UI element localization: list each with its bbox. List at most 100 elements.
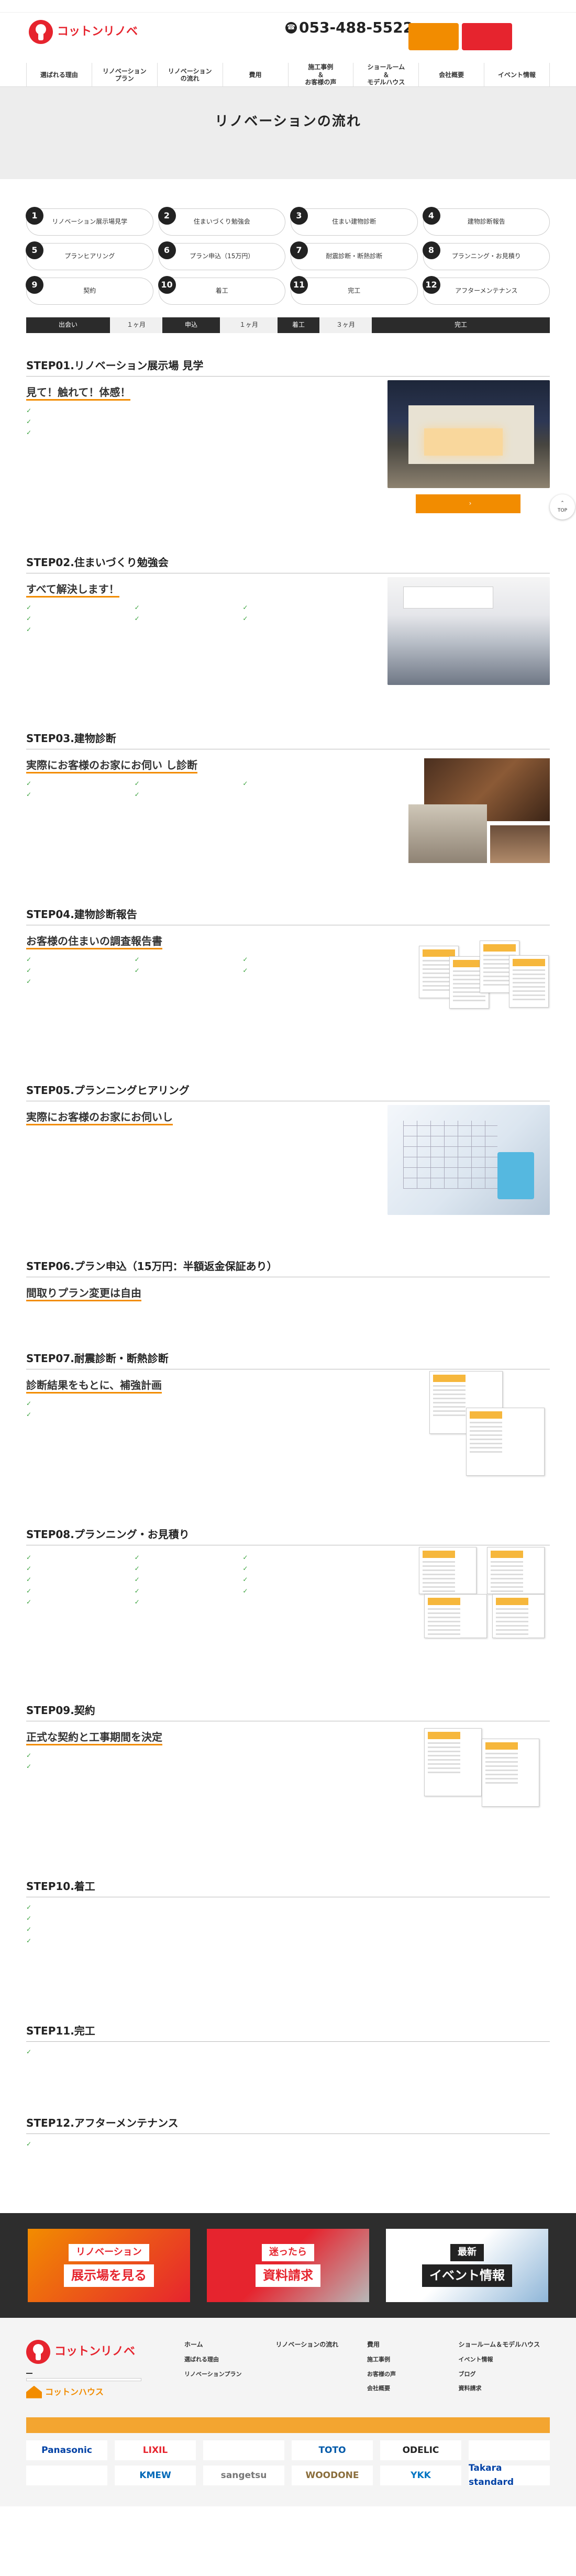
nav-item-6[interactable]: ショールーム ＆ モデルハウス [353,63,418,87]
footer-col-2: リノベーションの流れ [276,2340,368,2398]
step-box-8[interactable]: 8 プランニング・お見積り [422,241,550,270]
document-banner[interactable]: 迷ったら 資料請求 [207,2229,369,2302]
check-icon: ✓ [26,418,32,426]
step-box-2[interactable]: 2 住まいづくり勉強会 [158,207,285,236]
footer-subheading[interactable]: 施工事例 [367,2355,459,2364]
partner-logo[interactable]: Takara standard [469,2463,550,2487]
banner-line-1: 迷ったら [262,2244,314,2262]
banner-line-1: 最新 [450,2244,484,2262]
partner-logo[interactable]: KMEW [115,2466,196,2486]
step-07-highlight: 診断結果をもとに、補強計画 [26,1379,162,1394]
step-02: STEP02.住まいづくり勉強会 すべて解決します！ ✓ ✓ ✓ ✓ ✓ ✓ ✓ [26,554,550,706]
check-icon: ✓ [26,615,32,623]
check-icon: ✓ [26,1400,32,1407]
check-item: ✓ [242,966,351,976]
step-label: リノベーション展示場見学 [52,218,128,226]
check-item: ✓ [26,1399,351,1409]
check-icon: ✓ [26,2140,32,2148]
footer-subheading[interactable]: お客様の声 [367,2370,459,2379]
step-12: STEP12.アフターメンテナンス ✓ [26,2115,550,2172]
cottonhouse-logo[interactable]: コットンハウス [26,2385,184,2399]
step-box-9[interactable]: 9 契約 [26,276,153,305]
footer-subheading[interactable]: イベント情報 [459,2355,550,2364]
nav-item-1[interactable]: 選ばれる理由 [26,63,92,87]
step-11-checklist: ✓ [26,2047,550,2057]
footer-subheading[interactable]: ブログ [459,2370,550,2379]
footer-col-heading[interactable]: リノベーションの流れ [276,2340,368,2350]
footer-subheading[interactable]: 資料請求 [459,2384,550,2393]
check-item: ✓ [135,779,243,789]
event-banner[interactable]: 最新 イベント情報 [386,2229,548,2302]
step-box-11[interactable]: 11 完工 [290,276,418,305]
site-logo[interactable]: コットンリノベ [29,20,138,44]
partner-logo[interactable] [203,2440,284,2461]
partner-logo[interactable]: TOTO [292,2440,373,2461]
nav-item-5[interactable]: 施工事例 ＆ お客様の声 [287,63,353,87]
footer-subheading[interactable]: 選ばれる理由 [184,2355,276,2364]
timeline-segment: １ヶ月 [220,317,278,333]
check-item: ✓ [242,1553,351,1563]
footer-badge [26,2373,32,2374]
partner-logo[interactable] [469,2440,550,2461]
header-tel[interactable]: ☎ 053-488-5522 [285,19,413,36]
check-icon: ✓ [134,1576,140,1584]
step-box-10[interactable]: 10 着工 [158,276,285,305]
check-icon: ✓ [242,604,248,611]
check-icon: ✓ [242,1565,248,1573]
showroom-banner[interactable]: リノベーション 展示場を見る [28,2229,190,2302]
check-item: ✓ [26,1914,550,1923]
nav-item-4[interactable]: 費用 [222,63,288,87]
nav-item-2[interactable]: リノベーション プラン [91,63,157,87]
partner-logo[interactable]: ODELIC [380,2440,461,2461]
model-house-button[interactable] [408,23,459,50]
to-top-button[interactable]: ⌃ TOP [550,494,575,519]
step-01: STEP01.リノベーション展示場 見学 見て！触れて！体感！ ✓ ✓ ✓ › ⌃ T… [26,357,575,530]
nav-item-8[interactable]: イベント情報 [484,63,550,87]
step-08: STEP08.プランニング・お見積り ✓ ✓ ✓ ✓ ✓ ✓ ✓ ✓ ✓ ✓ ✓ ✓ ✓ ✓ [26,1526,550,1678]
partner-logo[interactable]: YKK [380,2466,461,2486]
step-number: 12 [422,276,440,294]
step-box-6[interactable]: 6 プラン申込（15万円） [158,241,285,270]
step-box-4[interactable]: 4 建物診断報告 [422,207,550,236]
step-box-7[interactable]: 7 耐震診断・断熱診断 [290,241,418,270]
step-box-12[interactable]: 12 アフターメンテナンス [422,276,550,305]
check-item: ✓ [26,2047,550,2057]
step-box-1[interactable]: 1 リノベーション展示場見学 [26,207,153,236]
footer-logo-name: コットンリノベ [54,2345,136,2358]
footer-subheading[interactable]: 会社概要 [367,2384,459,2393]
step-07-heading: STEP07.耐震診断・断熱診断 [26,1350,550,1369]
step-number: 4 [422,207,440,225]
check-item: ✓ [242,603,351,613]
step-box-3[interactable]: 3 住まい建物診断 [290,207,418,236]
partner-logo[interactable]: sangetsu [203,2466,284,2486]
partner-logo[interactable]: Panasonic [26,2440,107,2461]
footer-col-heading[interactable]: 費用 [367,2340,459,2350]
check-item: ✓ [26,428,351,438]
footer-col-heading[interactable]: ホーム [184,2340,276,2350]
check-icon: ✓ [26,1598,32,1606]
nav-item-3[interactable]: リノベーション の流れ [157,63,223,87]
check-icon: ✓ [26,429,32,437]
check-item: ✓ [26,1903,550,1912]
footer-col-heading[interactable]: ショールーム＆モデルハウス [459,2340,550,2350]
footer-area [26,2378,141,2381]
check-item: ✓ [135,1575,243,1585]
step-label: アフターメンテナンス [455,287,518,295]
partner-logo[interactable] [26,2466,107,2486]
step-03: STEP03.建物診断 実際にお客様のお家にお伺い し診断 ✓ ✓ ✓ ✓ ✓ [26,730,550,882]
check-icon: ✓ [134,1554,140,1561]
step-06: STEP06.プラン申込（15万円：半額返金保証あり） 間取りプラン変更は自由 [26,1258,550,1326]
nav-item-7[interactable]: 会社概要 [418,63,484,87]
document-request-button[interactable] [462,23,512,50]
check-item: ✓ [26,1762,351,1772]
footer-subheading[interactable]: リノベーションプラン [184,2370,276,2379]
partner-logo[interactable]: WOODONE [292,2466,373,2486]
check-item: ✓ [26,966,135,976]
check-item: ✓ [26,955,135,965]
check-icon: ✓ [134,604,140,611]
check-item: ✓ [135,614,243,624]
showroom-button[interactable]: › [416,494,520,513]
step-box-5[interactable]: 5 プランヒアリング [26,241,153,270]
step-09: STEP09.契約 正式な契約と工事期間を決定 ✓ ✓ [26,1702,550,1854]
partner-logo[interactable]: LIXIL [115,2440,196,2461]
